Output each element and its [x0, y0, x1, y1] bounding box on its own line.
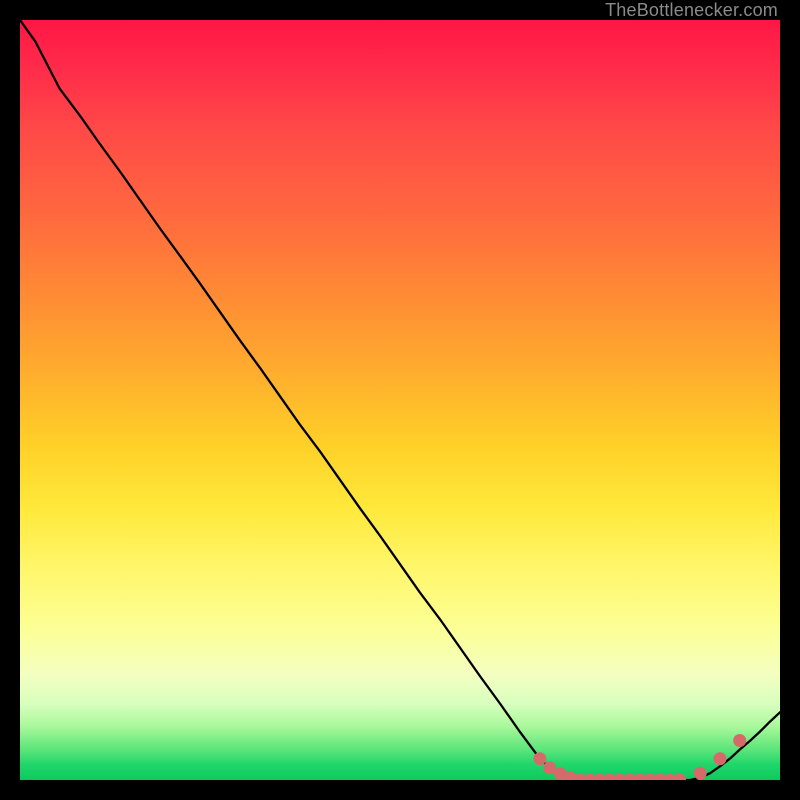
chart-stage: TheBottlenecker.com [0, 0, 800, 800]
plot-area [20, 20, 780, 780]
chart-overlay-svg [20, 20, 780, 780]
marker-group [533, 734, 746, 780]
curve-marker [533, 752, 546, 765]
curve-marker [713, 752, 726, 765]
curve-marker [733, 734, 746, 747]
attribution-text: TheBottlenecker.com [605, 0, 778, 20]
bottleneck-curve [20, 20, 780, 780]
curve-marker [673, 774, 686, 781]
curve-marker [694, 767, 707, 780]
